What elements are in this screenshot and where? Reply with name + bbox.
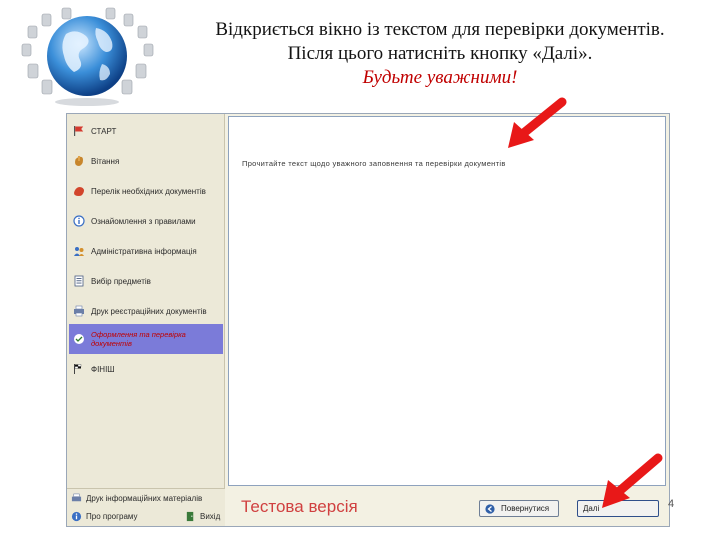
- back-button-label: Повернутися: [501, 504, 550, 513]
- info-icon: [73, 215, 85, 227]
- sidebar-item-label: Вибір предметів: [91, 276, 151, 286]
- sidebar-item-finish[interactable]: ФІНІШ: [69, 354, 223, 384]
- bottom-left-panel: Друк інформаційних матеріалів Про програ…: [67, 488, 225, 526]
- list-icon: [74, 275, 84, 287]
- printer-icon: [71, 493, 82, 502]
- sidebar-item-label: Ознайомлення з правилами: [91, 216, 196, 226]
- document-check-icon: [74, 334, 84, 344]
- sidebar-item-greeting[interactable]: Вітання: [69, 146, 223, 176]
- instruction-line-1: Відкриється вікно із текстом для перевір…: [215, 19, 665, 40]
- sidebar-item-start[interactable]: СТАРТ: [69, 116, 223, 146]
- sidebar-item-rules[interactable]: Ознайомлення з правилами: [69, 206, 223, 236]
- print-materials-link[interactable]: Друк інформаційних матеріалів: [71, 493, 202, 504]
- application-window: СТАРТ Вітання Перелік необхідних докумен…: [66, 113, 670, 527]
- sidebar-item-label: СТАРТ: [91, 126, 117, 136]
- hand-icon: [75, 156, 83, 166]
- test-version-label: Тестова версія: [241, 497, 358, 516]
- flag-icon: [74, 126, 84, 136]
- document-text-area[interactable]: Прочитайте текст щодо уважного заповненн…: [228, 116, 666, 486]
- people-icon: [74, 247, 84, 256]
- print-materials-label: Друк інформаційних матеріалів: [86, 494, 203, 503]
- about-link[interactable]: Про програму: [71, 511, 138, 522]
- sidebar-item-print-registration[interactable]: Друк реєстраційних документів: [69, 296, 223, 326]
- about-label: Про програму: [86, 512, 138, 521]
- red-arrow-icon: [602, 453, 663, 508]
- sidebar-item-label: Оформлення та перевірка документів: [91, 330, 186, 348]
- instruction-header: Відкриється вікно із текстом для перевір…: [170, 18, 710, 90]
- exit-link[interactable]: Вихід: [185, 511, 220, 522]
- sidebar-item-label: Вітання: [91, 156, 120, 166]
- sidebar: СТАРТ Вітання Перелік необхідних докумен…: [67, 114, 225, 488]
- exit-door-icon: [186, 511, 194, 522]
- hand-icon: [74, 187, 84, 196]
- back-button[interactable]: Повернутися: [479, 500, 559, 517]
- sidebar-item-subjects[interactable]: Вибір предметів: [69, 266, 223, 296]
- printer-icon: [74, 305, 84, 317]
- instruction-warning: Будьте уважними!: [362, 67, 518, 88]
- info-icon: [71, 511, 82, 522]
- instruction-line-2: Після цього натисніть кнопку «Далі».: [287, 43, 593, 64]
- checkered-flag-icon: [74, 364, 82, 374]
- exit-label: Вихід: [200, 512, 221, 521]
- next-button-label: Далі: [583, 504, 600, 513]
- red-arrow-icon: [508, 97, 567, 148]
- arrow-left-icon: [485, 503, 495, 514]
- sidebar-item-check-documents[interactable]: Оформлення та перевірка документів: [69, 324, 223, 354]
- sidebar-item-admin-info[interactable]: Адміністративна інформація: [69, 236, 223, 266]
- sidebar-item-label: Друк реєстраційних документів: [91, 306, 207, 316]
- page-number: 4: [668, 498, 675, 510]
- globe-logo-icon: [21, 7, 154, 106]
- document-text: Прочитайте текст щодо уважного заповненн…: [242, 159, 506, 168]
- sidebar-item-label: Адміністративна інформація: [91, 246, 197, 256]
- sidebar-item-label: Перелік необхідних документів: [91, 186, 206, 196]
- sidebar-item-documents-list[interactable]: Перелік необхідних документів: [69, 176, 223, 206]
- sidebar-item-label: ФІНІШ: [91, 364, 115, 374]
